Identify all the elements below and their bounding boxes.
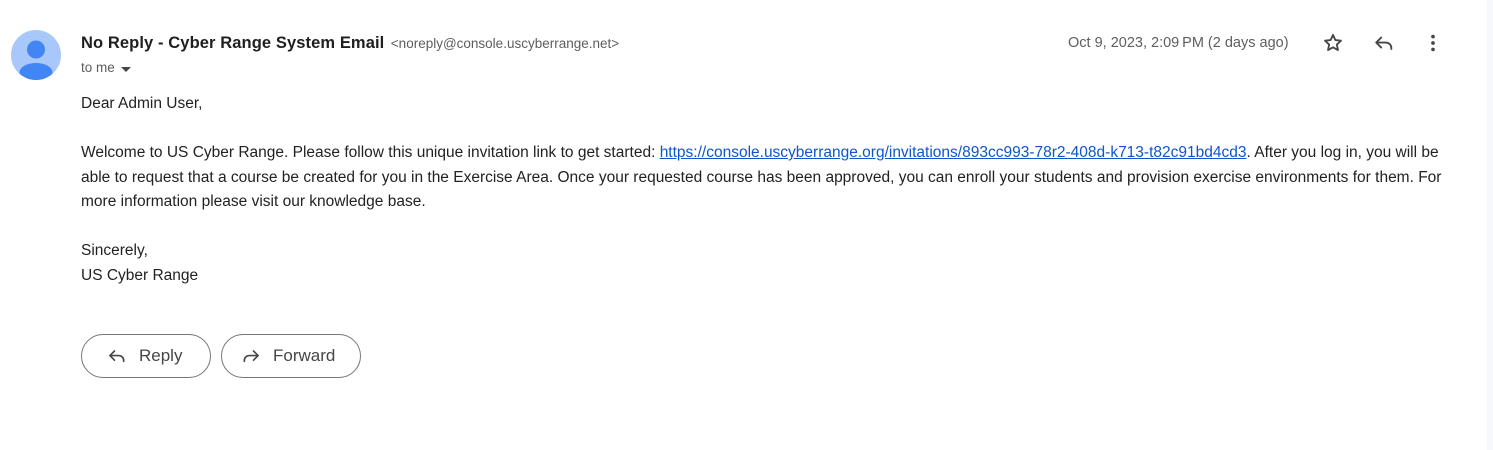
forward-button[interactable]: Forward (221, 334, 361, 378)
email-view: No Reply - Cyber Range System Email <nor… (0, 0, 1493, 450)
closing: Sincerely, (81, 242, 148, 259)
more-options-button[interactable] (1420, 30, 1446, 56)
caret-down-icon (120, 66, 131, 72)
greeting: Dear Admin User, (81, 95, 203, 112)
sender-email: <noreply@console.uscyberrange.net> (390, 36, 620, 51)
sender-avatar[interactable] (11, 30, 61, 80)
reply-icon (106, 345, 128, 367)
reply-icon-button[interactable] (1371, 30, 1397, 56)
star-button[interactable] (1320, 30, 1346, 56)
sender-name[interactable]: No Reply - Cyber Range System Email (81, 34, 384, 52)
reply-button-label: Reply (139, 346, 183, 365)
forward-button-label: Forward (273, 346, 336, 365)
person-avatar-icon (19, 40, 53, 80)
reply-button[interactable]: Reply (81, 334, 211, 378)
invitation-link[interactable]: https://console.uscyberrange.org/invitat… (660, 144, 1247, 161)
message-body: Dear Admin User, Welcome to US Cyber Ran… (81, 92, 1451, 288)
message-date: Oct 9, 2023, 2:09 PM (2 days ago) (1068, 35, 1289, 51)
sender-line: No Reply - Cyber Range System Email <nor… (81, 33, 619, 53)
reply-icon (1375, 36, 1393, 50)
forward-icon (240, 345, 262, 367)
body-paragraph: Welcome to US Cyber Range. Please follow… (81, 141, 1451, 215)
recipient-details-toggle[interactable]: to me (81, 58, 131, 78)
more-vert-icon (1431, 34, 1435, 52)
signature: US Cyber Range (81, 266, 199, 284)
recipient-label: to me (81, 60, 115, 75)
body-text-before-link: Welcome to US Cyber Range. Please follow… (81, 144, 660, 161)
star-icon (1324, 34, 1342, 51)
scrollbar-track[interactable] (1487, 0, 1493, 450)
